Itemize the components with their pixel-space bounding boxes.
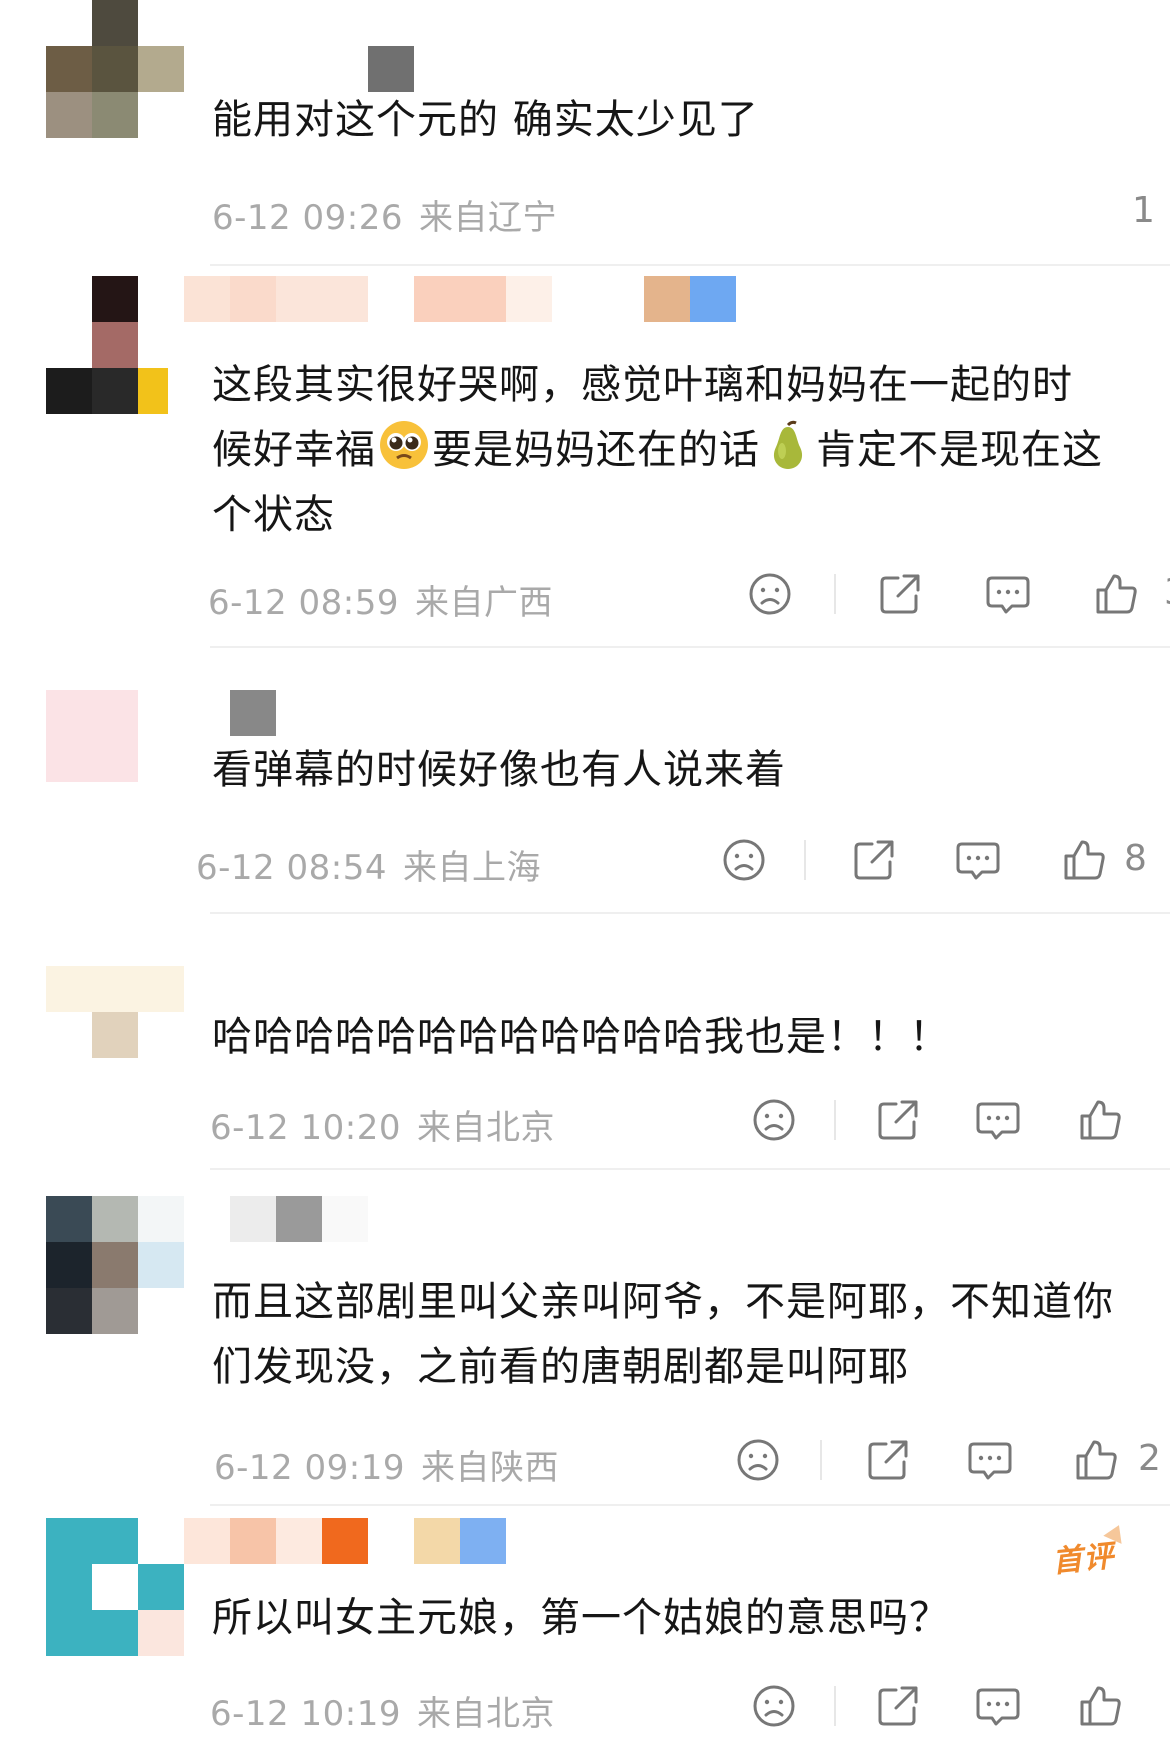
comment-text: 能用对这个元的 确实太少见了 xyxy=(212,97,759,143)
avatar[interactable] xyxy=(46,0,184,138)
like-count: 3 xyxy=(1164,572,1170,613)
like-count: 2 xyxy=(1138,1438,1161,1479)
share-button[interactable] xyxy=(874,1096,922,1144)
divider xyxy=(834,1100,836,1140)
username[interactable] xyxy=(230,1196,368,1242)
comment-location: 来自辽宁 xyxy=(418,198,557,238)
comment-bubble-icon xyxy=(976,1688,1020,1726)
divider xyxy=(210,646,1170,648)
sad-face-icon xyxy=(749,573,791,615)
dislike-button[interactable] xyxy=(734,1436,782,1484)
dislike-button[interactable] xyxy=(750,1096,798,1144)
like-button[interactable] xyxy=(1076,1682,1124,1730)
username[interactable] xyxy=(184,276,736,322)
reply-button[interactable] xyxy=(954,836,1002,884)
comment-actions xyxy=(746,1096,1146,1144)
first-comment-badge: 首评 xyxy=(1050,1531,1116,1581)
comment-text: 所以叫女主元娘，第一个姑娘的意思吗？ xyxy=(212,1595,950,1641)
share-button[interactable] xyxy=(876,570,924,618)
comment-meta: 6-12 08:59 来自广西 xyxy=(208,575,553,624)
divider xyxy=(820,1440,822,1480)
sad-face-icon xyxy=(737,1439,779,1481)
avatar[interactable] xyxy=(46,276,184,414)
avatar[interactable] xyxy=(46,966,184,1104)
divider xyxy=(834,574,836,614)
reply-button[interactable] xyxy=(974,1682,1022,1730)
thumbs-up-icon xyxy=(1080,1100,1121,1140)
comment-location: 来自广西 xyxy=(414,583,553,623)
comment-actions xyxy=(746,1682,1146,1730)
like-button[interactable] xyxy=(1072,1436,1120,1484)
avatar[interactable] xyxy=(46,1518,184,1656)
comment-date: 6-12 10:20 xyxy=(210,1108,401,1148)
comment-meta: 6-12 09:26 来自辽宁 xyxy=(212,190,557,239)
reply-button[interactable] xyxy=(984,570,1032,618)
divider xyxy=(804,840,806,880)
comment-date: 6-12 10:19 xyxy=(210,1694,401,1734)
like-button[interactable] xyxy=(1060,836,1108,884)
pear-emoji xyxy=(762,419,814,471)
comment-bubble-icon xyxy=(986,576,1030,614)
like-button[interactable] xyxy=(1092,570,1140,618)
dislike-button[interactable] xyxy=(720,836,768,884)
share-icon xyxy=(868,1440,908,1480)
avatar[interactable] xyxy=(46,690,184,828)
share-button[interactable] xyxy=(850,836,898,884)
comment-text: 而且这部剧里叫父亲叫阿爷，不是阿耶，不知道你们发现没，之前看的唐朝剧都是叫阿耶 xyxy=(212,1279,1114,1390)
comment-location: 来自北京 xyxy=(416,1108,555,1148)
comment-bubble-icon xyxy=(968,1442,1012,1480)
pleading-face-emoji xyxy=(378,419,430,471)
thumbs-up-icon xyxy=(1080,1686,1121,1726)
thumbs-up-icon xyxy=(1076,1440,1117,1480)
username[interactable] xyxy=(368,46,414,92)
like-button[interactable] xyxy=(1076,1096,1124,1144)
comment-location: 来自北京 xyxy=(416,1694,555,1734)
dislike-button[interactable] xyxy=(750,1682,798,1730)
comment-actions: 2 xyxy=(730,1436,1170,1484)
comment-location: 来自陕西 xyxy=(420,1448,559,1488)
comment-location: 来自上海 xyxy=(402,848,541,888)
sad-face-icon xyxy=(753,1099,795,1141)
divider xyxy=(834,1686,836,1726)
comment-meta: 6-12 10:20 来自北京 xyxy=(210,1100,555,1149)
share-button[interactable] xyxy=(874,1682,922,1730)
sad-face-icon xyxy=(723,839,765,881)
divider xyxy=(210,1168,1170,1170)
comment-date: 6-12 09:19 xyxy=(214,1448,405,1488)
comment-actions: 3 xyxy=(740,570,1170,618)
like-count: 1 xyxy=(1132,190,1155,231)
comment-bubble-icon xyxy=(956,842,1000,880)
divider xyxy=(210,264,1170,266)
comment-date: 6-12 08:54 xyxy=(196,848,387,888)
share-icon xyxy=(878,1100,918,1140)
comment-date: 6-12 09:26 xyxy=(212,198,403,238)
divider xyxy=(210,1504,1170,1506)
reply-button[interactable] xyxy=(974,1096,1022,1144)
share-icon xyxy=(854,840,894,880)
thumbs-up-icon xyxy=(1064,840,1105,880)
like-count: 8 xyxy=(1124,838,1147,879)
comment-bubble-icon xyxy=(976,1102,1020,1140)
share-icon xyxy=(878,1686,918,1726)
sad-face-icon xyxy=(753,1685,795,1727)
divider xyxy=(210,912,1170,914)
comment-actions: 8 xyxy=(716,836,1170,884)
comment-date: 6-12 08:59 xyxy=(208,583,399,623)
comment-meta: 6-12 10:19 来自北京 xyxy=(210,1686,555,1735)
comment-text: 这段其实很好哭啊，感觉叶璃和妈妈在一起的时候好幸福 要是妈妈还在的话 肯定不是现在这… xyxy=(212,362,1103,538)
reply-button[interactable] xyxy=(966,1436,1014,1484)
comment-text: 哈哈哈哈哈哈哈哈哈哈哈哈我也是！！！ xyxy=(212,1014,950,1060)
comment-meta: 6-12 08:54 来自上海 xyxy=(196,840,541,889)
dislike-button[interactable] xyxy=(746,570,794,618)
thumbs-up-icon xyxy=(1096,574,1137,614)
comment-meta: 6-12 09:19 来自陕西 xyxy=(214,1440,559,1489)
share-button[interactable] xyxy=(864,1436,912,1484)
username[interactable] xyxy=(230,690,276,736)
comment-text: 看弹幕的时候好像也有人说来着 xyxy=(212,747,786,793)
avatar[interactable] xyxy=(46,1196,184,1334)
share-icon xyxy=(880,574,920,614)
username[interactable] xyxy=(184,1518,506,1564)
